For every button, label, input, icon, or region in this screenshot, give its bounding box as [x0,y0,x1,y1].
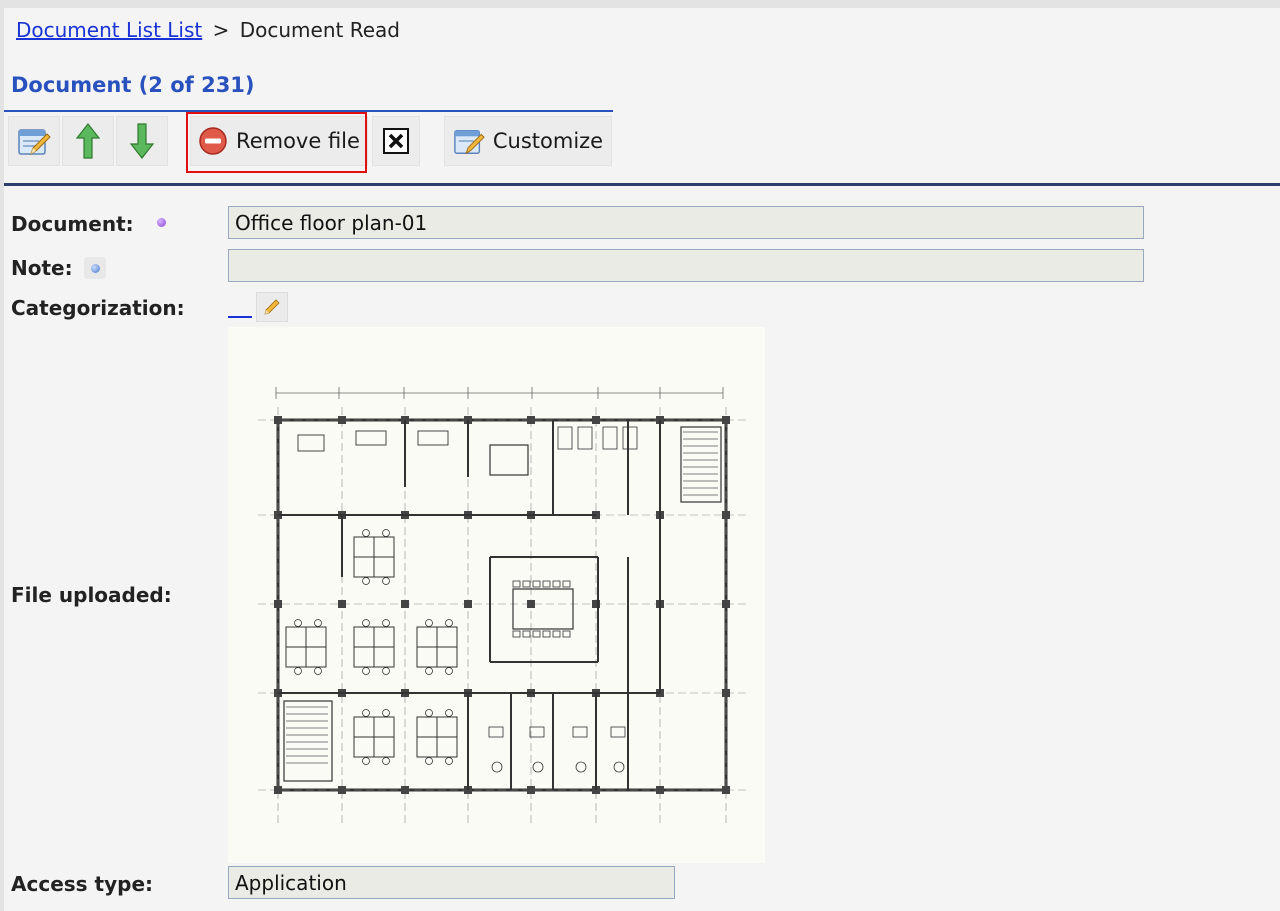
clear-button[interactable] [372,116,420,166]
customize-label: Customize [492,129,604,153]
move-up-button[interactable] [62,116,114,166]
window-top-strip [0,0,1280,8]
remove-circle-icon [199,127,227,155]
floor-plan-drawing [258,387,748,827]
access-type-field[interactable]: Application [228,866,675,899]
remove-file-button[interactable]: Remove file [190,116,368,166]
toolbar: Remove file Customize [4,116,644,168]
page-title: Document (2 of 231) [11,73,255,97]
info-icon [90,263,100,273]
note-field[interactable] [228,249,1144,282]
pencil-icon [264,299,280,315]
customize-icon [454,129,485,155]
breadcrumb-current: Document Read [239,18,400,42]
document-field[interactable]: Office floor plan-01 [228,206,1144,239]
categorization-label: Categorization: [11,296,185,320]
edit-icon [18,129,51,156]
arrow-up-icon [75,123,101,159]
breadcrumb-separator: > [212,18,230,42]
breadcrumb: Document List List > Document Read [16,18,400,42]
customize-button[interactable]: Customize [444,116,612,166]
title-divider [4,110,613,112]
move-down-button[interactable] [116,116,168,166]
floor-plan-image[interactable] [228,327,765,863]
file-uploaded-label: File uploaded: [11,583,172,607]
note-info-button[interactable] [84,257,106,279]
categorization-link[interactable] [228,294,252,318]
toolbar-divider [4,183,1280,186]
remove-file-label: Remove file [236,129,360,153]
required-dot-icon [157,218,166,227]
close-x-icon [383,128,409,154]
document-label: Document: [11,212,134,236]
access-type-label: Access type: [11,872,154,896]
breadcrumb-link-document-list[interactable]: Document List List [16,18,202,42]
arrow-down-icon [129,123,155,159]
edit-button[interactable] [8,116,60,166]
categorization-edit-button[interactable] [256,292,288,322]
note-label: Note: [11,256,73,280]
